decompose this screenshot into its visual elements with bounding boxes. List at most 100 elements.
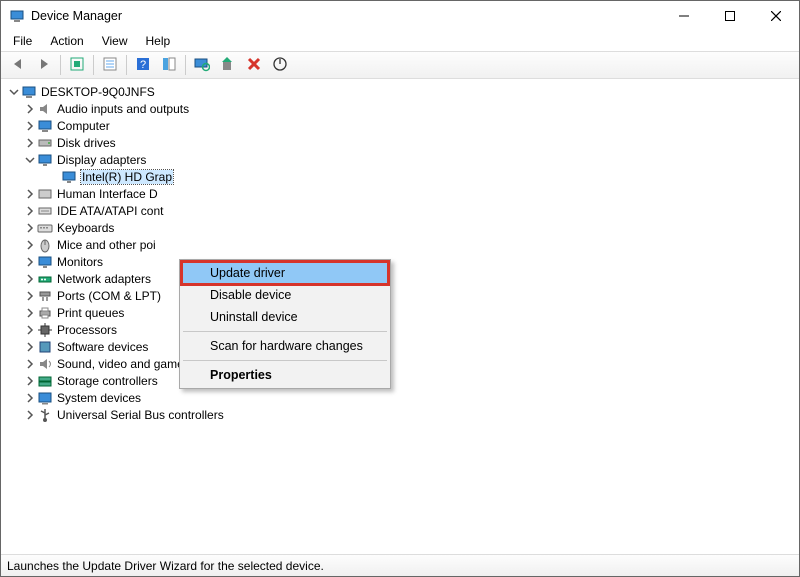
chevron-right-icon[interactable] [23,238,37,252]
back-button[interactable] [6,53,30,77]
ctx-uninstall-device[interactable]: Uninstall device [182,306,388,328]
tree-root-label: DESKTOP-9Q0JNFS [41,85,155,99]
toolbar-separator [93,55,94,75]
maximize-button[interactable] [707,1,753,31]
svg-text:?: ? [140,59,146,71]
back-icon [10,56,26,75]
chevron-right-icon[interactable] [23,323,37,337]
tree-category[interactable]: System devices [7,389,797,406]
device-tree[interactable]: DESKTOP-9Q0JNFS Audio inputs and outputs… [1,79,799,554]
tree-category[interactable]: Ports (COM & LPT) [7,287,797,304]
tree-category[interactable]: Universal Serial Bus controllers [7,406,797,423]
computer-icon [21,84,37,100]
tree-device-intel-hd-graphics[interactable]: Intel(R) HD Grap [7,168,797,185]
chevron-down-icon[interactable] [7,85,21,99]
update-icon [220,56,236,75]
chevron-right-icon[interactable] [23,374,37,388]
chevron-down-icon[interactable] [23,153,37,167]
forward-icon [36,56,52,75]
chevron-right-icon[interactable] [23,340,37,354]
system-icon [37,390,53,406]
keyboard-icon [37,220,53,236]
chevron-right-icon[interactable] [23,289,37,303]
tree-category[interactable]: Print queues [7,304,797,321]
tree-category[interactable]: Human Interface D [7,185,797,202]
menu-action[interactable]: Action [42,33,91,49]
menubar: File Action View Help [1,31,799,51]
list-button[interactable] [157,53,181,77]
close-button[interactable] [753,1,799,31]
help-icon: ? [135,56,151,75]
chevron-right-icon[interactable] [23,391,37,405]
tree-category[interactable]: Keyboards [7,219,797,236]
chevron-right-icon[interactable] [23,357,37,371]
scan-monitor-icon [194,56,210,75]
minimize-button[interactable] [661,1,707,31]
monitor-icon [61,169,77,185]
tree-category[interactable]: IDE ATA/ATAPI cont [7,202,797,219]
ctx-disable-device[interactable]: Disable device [182,284,388,306]
toolbar-separator [185,55,186,75]
tree-category[interactable]: Processors [7,321,797,338]
chevron-right-icon[interactable] [23,272,37,286]
chevron-right-icon[interactable] [23,221,37,235]
chevron-right-icon[interactable] [23,255,37,269]
chevron-right-icon[interactable] [23,204,37,218]
show-hidden-icon [69,56,85,75]
uninstall-button[interactable] [242,53,266,77]
enable-icon [272,56,288,75]
properties-button[interactable] [98,53,122,77]
menu-view[interactable]: View [94,33,136,49]
list-icon [161,56,177,75]
tree-category[interactable]: Monitors [7,253,797,270]
menu-file[interactable]: File [5,33,40,49]
chevron-right-icon[interactable] [23,187,37,201]
monitor-icon [37,152,53,168]
tree-category[interactable]: Computer [7,117,797,134]
ctx-properties[interactable]: Properties [182,364,388,386]
speaker-icon [37,101,53,117]
window-title: Device Manager [31,9,661,23]
tree-category[interactable]: Audio inputs and outputs [7,100,797,117]
status-text: Launches the Update Driver Wizard for th… [7,559,324,573]
computer-icon [37,118,53,134]
port-icon [37,288,53,304]
tree-category-display-adapters[interactable]: Display adapters [7,151,797,168]
chevron-right-icon[interactable] [23,306,37,320]
monitor-icon [37,254,53,270]
tree-root[interactable]: DESKTOP-9Q0JNFS [7,83,797,100]
toolbar-separator [126,55,127,75]
menu-help[interactable]: Help [138,33,179,49]
tree-category[interactable]: Network adapters [7,270,797,287]
toolbar: ? [1,51,799,79]
update-driver-button[interactable] [216,53,240,77]
context-menu-separator [183,331,387,332]
chevron-right-icon[interactable] [23,119,37,133]
network-icon [37,271,53,287]
enable-button[interactable] [268,53,292,77]
scan-hardware-button[interactable] [190,53,214,77]
toolbar-separator [60,55,61,75]
forward-button[interactable] [32,53,56,77]
software-icon [37,339,53,355]
context-menu: Update driver Disable device Uninstall d… [179,259,391,389]
delete-icon [246,56,262,75]
hid-icon [37,186,53,202]
chevron-right-icon[interactable] [23,136,37,150]
tree-category[interactable]: Storage controllers [7,372,797,389]
titlebar: Device Manager [1,1,799,31]
properties-icon [102,56,118,75]
tree-category[interactable]: Sound, video and game controllers [7,355,797,372]
tree-category[interactable]: Disk drives [7,134,797,151]
tree-category[interactable]: Mice and other poi [7,236,797,253]
chevron-right-icon[interactable] [23,102,37,116]
audio-icon [37,356,53,372]
ctx-update-driver[interactable]: Update driver [182,262,388,284]
drive-icon [37,135,53,151]
show-hidden-button[interactable] [65,53,89,77]
chevron-right-icon[interactable] [23,408,37,422]
help-button[interactable]: ? [131,53,155,77]
ctx-scan-hardware[interactable]: Scan for hardware changes [182,335,388,357]
tree-category[interactable]: Software devices [7,338,797,355]
app-icon [9,8,25,24]
